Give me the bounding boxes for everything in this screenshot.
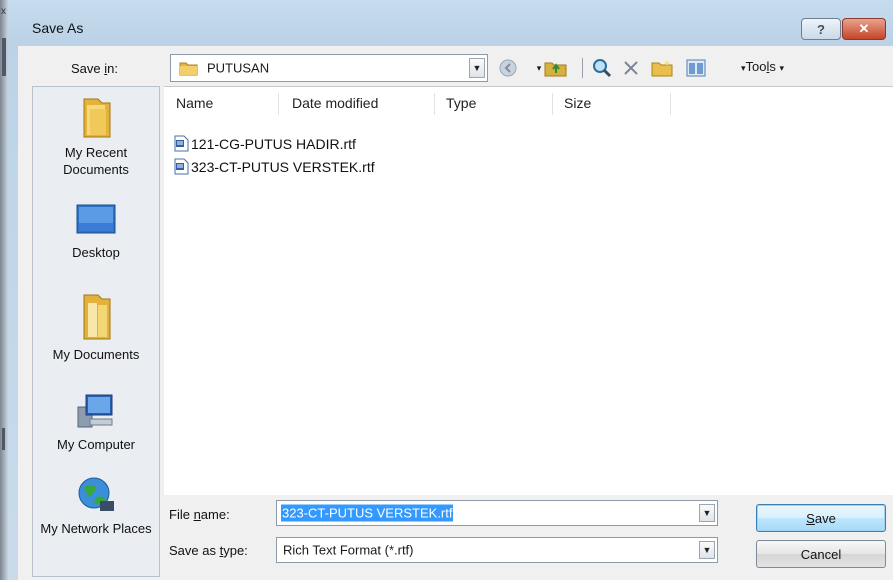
- file-name-label-2: n: [193, 507, 201, 522]
- save-button-2: S: [806, 510, 815, 526]
- folder-icon: [179, 62, 198, 76]
- save-button[interactable]: Save: [756, 504, 886, 532]
- place-my-recent-documents[interactable]: My Recent Documents: [33, 95, 159, 178]
- file-name: 121-CG-PUTUS HADIR.rtf: [191, 135, 356, 152]
- close-button[interactable]: ✕: [842, 18, 886, 40]
- save-in-label: Save in:: [71, 61, 118, 76]
- col-sep: [552, 93, 553, 115]
- back-icon: [499, 59, 517, 77]
- help-button[interactable]: ?: [801, 18, 841, 40]
- save-as-type-select[interactable]: Rich Text Format (*.rtf) ▼: [276, 537, 718, 563]
- save-as-dialog: x Save As ? ✕ Save in: PUTUSAN ▼ ▾ ▾Tool…: [0, 0, 893, 580]
- back-button[interactable]: [494, 56, 522, 80]
- place-label: My Recent Documents: [63, 145, 129, 177]
- rtf-document-icon: [174, 135, 189, 152]
- delete-button[interactable]: [619, 56, 643, 80]
- tools-menu-icon: ▾: [741, 63, 746, 73]
- my-computer-icon: [77, 394, 113, 428]
- file-name-field[interactable]: 323-CT-PUTUS VERSTEK.rtf ▼: [276, 500, 718, 526]
- tools-menu-2: l: [766, 59, 770, 74]
- background-window-edge: x: [0, 0, 8, 580]
- file-item[interactable]: 323-CT-PUTUS VERSTEK.rtf: [174, 158, 375, 175]
- search-web-icon: [593, 59, 612, 78]
- col-sep: [434, 93, 435, 115]
- column-header-name[interactable]: Name: [176, 95, 213, 111]
- window-title: Save As: [32, 20, 84, 36]
- file-name: 323-CT-PUTUS VERSTEK.rtf: [191, 158, 375, 175]
- views-icon: [686, 59, 706, 77]
- place-desktop[interactable]: Desktop: [33, 201, 159, 261]
- place-label: My Computer: [56, 437, 136, 452]
- recent-documents-icon: [83, 98, 111, 138]
- close-icon: ✕: [858, 21, 870, 36]
- edge-marker: [2, 428, 5, 450]
- toolbar-separator: [580, 56, 584, 80]
- col-sep: [278, 93, 279, 115]
- places-bar: My Recent Documents Desktop My Documents: [32, 86, 160, 577]
- place-my-network-places[interactable]: My Network Places: [33, 473, 159, 537]
- tools-menu[interactable]: ▾Tools ▾: [741, 59, 784, 74]
- up-one-level-button[interactable]: ▾: [530, 56, 576, 80]
- desktop-icon: [76, 204, 116, 234]
- rtf-document-icon: [174, 158, 189, 175]
- place-my-computer[interactable]: My Computer: [33, 389, 159, 453]
- new-folder-button[interactable]: [648, 56, 676, 80]
- up-one-level-button-2: ▾: [536, 62, 542, 73]
- edge-mark: x: [1, 6, 6, 17]
- chevron-down-icon: ▾: [779, 63, 785, 73]
- save-in-label-2: i: [104, 61, 108, 76]
- place-label: My Documents: [52, 347, 140, 362]
- save-in-location: PUTUSAN: [207, 60, 270, 76]
- save-in-combo[interactable]: PUTUSAN ▼: [170, 54, 488, 82]
- column-header-date-modified[interactable]: Date modified: [292, 95, 378, 111]
- save-as-type-value: Rich Text Format (*.rtf): [283, 542, 414, 558]
- file-name-input[interactable]: 323-CT-PUTUS VERSTEK.rtf: [281, 504, 454, 522]
- edge-marker: [2, 38, 6, 76]
- views-button[interactable]: [682, 56, 710, 80]
- file-list[interactable]: Name Date modified Type Size 121-CG-PUTU…: [164, 86, 893, 495]
- save-as-type-label-2: t: [219, 543, 224, 558]
- column-header-type[interactable]: Type: [446, 95, 476, 111]
- place-label: My Network Places: [40, 521, 152, 536]
- place-my-documents[interactable]: My Documents: [33, 291, 159, 363]
- chevron-down-icon[interactable]: ▼: [699, 541, 715, 559]
- up-folder-icon: [544, 62, 567, 77]
- search-web-button[interactable]: [589, 56, 615, 80]
- toolbar-separator-2: [581, 58, 583, 78]
- cancel-button[interactable]: Cancel: [756, 540, 886, 568]
- new-folder-icon: [651, 60, 673, 77]
- chevron-down-icon[interactable]: ▼: [699, 504, 715, 522]
- title-bar[interactable]: Save As ? ✕: [8, 0, 893, 46]
- network-places-icon: [78, 477, 114, 511]
- chevron-down-icon[interactable]: ▼: [469, 58, 485, 78]
- place-label: Desktop: [72, 245, 120, 260]
- col-sep: [670, 93, 671, 115]
- save-as-type-label: Save as type:: [169, 543, 248, 558]
- file-item[interactable]: 121-CG-PUTUS HADIR.rtf: [174, 135, 356, 152]
- column-header-size[interactable]: Size: [564, 95, 591, 111]
- delete-icon: [624, 61, 638, 75]
- my-documents-icon: [83, 294, 111, 340]
- file-name-label: File name:: [169, 507, 230, 522]
- help-icon: ?: [817, 21, 825, 37]
